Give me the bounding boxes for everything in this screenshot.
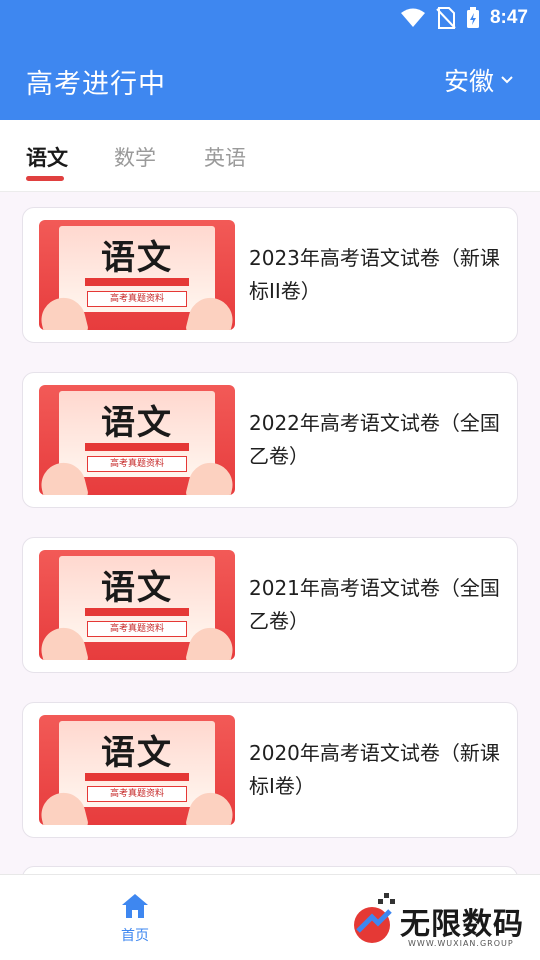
bottom-nav: 首页 无限数码 WWW.WUXIAN.GROUP <box>0 874 540 960</box>
exam-card[interactable]: 语文 高考真题资料 2022年高考语文试卷（全国乙卷） <box>22 372 518 508</box>
nav-home[interactable]: 首页 <box>100 893 170 945</box>
subject-tabs: 语文 数学 英语 <box>0 120 540 192</box>
exam-card[interactable]: 语文 高考真题资料 2021年高考语文试卷（全国乙卷） <box>22 537 518 673</box>
exam-title: 2022年高考语文试卷（全国乙卷） <box>249 411 500 468</box>
watermark-icon <box>354 893 395 943</box>
tab-english[interactable]: 英语 <box>204 142 246 172</box>
exam-title: 2023年高考语文试卷（新课标II卷） <box>249 246 500 303</box>
thumbnail-subject: 语文 <box>101 568 173 608</box>
watermark-logo: 无限数码 WWW.WUXIAN.GROUP <box>348 889 528 955</box>
exam-thumbnail: 语文 高考真题资料 <box>39 550 235 660</box>
no-sim-icon <box>436 7 456 29</box>
watermark-text: 无限数码 <box>400 907 524 942</box>
exam-thumbnail: 语文 高考真题资料 <box>39 715 235 825</box>
thumbnail-subject: 语文 <box>101 733 173 773</box>
thumbnail-caption: 高考真题资料 <box>87 291 187 307</box>
wifi-icon <box>400 8 425 27</box>
status-time: 8:47 <box>489 7 528 28</box>
thumbnail-caption: 高考真题资料 <box>87 786 187 802</box>
chevron-down-icon <box>501 76 513 84</box>
exam-thumbnail: 语文 高考真题资料 <box>39 220 235 330</box>
thumbnail-caption: 高考真题资料 <box>87 456 187 472</box>
exam-title: 2020年高考语文试卷（新课标I卷） <box>249 741 500 798</box>
region-selector[interactable]: 安徽 <box>444 62 514 98</box>
tab-chinese[interactable]: 语文 <box>26 142 68 172</box>
thumbnail-caption: 高考真题资料 <box>87 621 187 637</box>
thumbnail-subject: 语文 <box>101 238 173 278</box>
status-bar: 8:47 <box>400 6 528 30</box>
app-header: 8:47 高考进行中 安徽 <box>0 0 540 120</box>
exam-thumbnail: 语文 高考真题资料 <box>39 385 235 495</box>
thumbnail-subject: 语文 <box>101 403 173 443</box>
nav-home-label: 首页 <box>121 928 149 944</box>
exam-title: 2021年高考语文试卷（全国乙卷） <box>249 576 500 633</box>
home-icon <box>122 894 148 918</box>
active-tab-indicator <box>26 176 64 181</box>
region-label: 安徽 <box>443 67 494 96</box>
battery-charging-icon <box>466 7 479 28</box>
exam-card[interactable]: 语文 高考真题资料 2023年高考语文试卷（新课标II卷） <box>22 207 518 343</box>
page-title: 高考进行中 <box>26 69 166 100</box>
watermark-url: WWW.WUXIAN.GROUP <box>408 939 514 948</box>
tab-math[interactable]: 数学 <box>114 142 156 172</box>
exam-card[interactable]: 语文 高考真题资料 2020年高考语文试卷（新课标I卷） <box>22 702 518 838</box>
